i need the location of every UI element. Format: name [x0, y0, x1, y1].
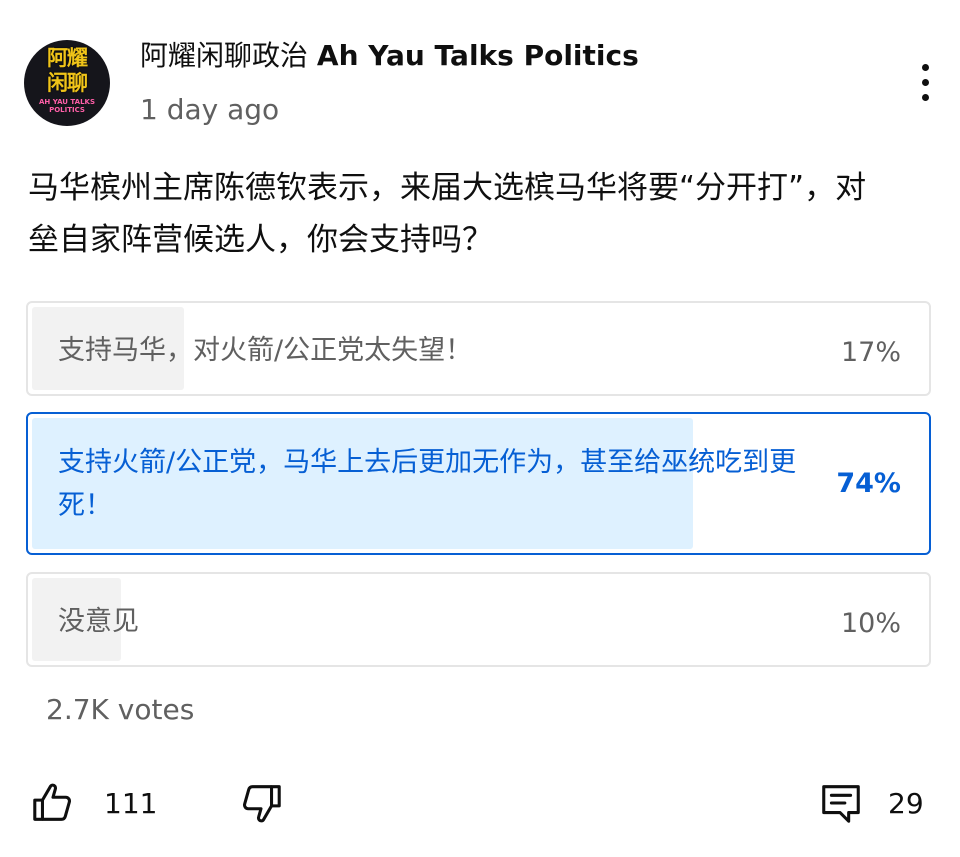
- comment-count: 29: [888, 787, 924, 820]
- post-timestamp[interactable]: 1 day ago: [140, 92, 279, 128]
- channel-avatar[interactable]: 阿耀 闲聊 AH YAU TALKS POLITICS: [24, 40, 110, 126]
- comment-icon: [822, 785, 860, 823]
- dislike-button[interactable]: [238, 780, 284, 826]
- thumb-down-icon: [243, 785, 281, 823]
- poll-option-label: 支持火箭/公正党，马华上去后更加无作为，甚至给巫统吃到更死！: [58, 447, 797, 521]
- avatar-logo-subtext: AH YAU TALKS POLITICS: [38, 98, 95, 114]
- poll-option-percent: 74%: [836, 468, 901, 499]
- more-vert-icon: [922, 64, 929, 71]
- channel-name[interactable]: 阿耀闲聊政治 Ah Yau Talks Politics: [140, 38, 639, 74]
- poll-option-percent: 10%: [840, 608, 901, 639]
- channel-name-en[interactable]: Ah Yau Talks Politics: [317, 39, 639, 72]
- poll-option-label: 支持马华，对火箭/公正党太失望！: [58, 335, 473, 366]
- poll-question: 马华槟州主席陈德钦表示，来届大选槟马华将要“分开打”，对垒自家阵营候选人，你会支…: [28, 170, 867, 258]
- thumb-up-icon: [33, 783, 71, 821]
- like-button[interactable]: [30, 780, 76, 826]
- comments-button[interactable]: [818, 780, 864, 826]
- vote-count: 2.7K votes: [46, 693, 195, 726]
- like-count: 111: [104, 787, 158, 820]
- avatar-logo-text: 阿耀 闲聊: [47, 46, 88, 95]
- poll-option-3[interactable]: 没意见 10%: [26, 572, 931, 667]
- poll-option-1[interactable]: 支持马华，对火箭/公正党太失望！ 17%: [26, 301, 931, 396]
- poll-option-label: 没意见: [58, 606, 139, 637]
- poll-option-percent: 17%: [840, 337, 901, 368]
- channel-name-cn[interactable]: 阿耀闲聊政治: [140, 39, 308, 72]
- poll-option-2[interactable]: 支持火箭/公正党，马华上去后更加无作为，甚至给巫统吃到更死！ 74%: [26, 412, 931, 555]
- more-options-button[interactable]: [906, 58, 946, 108]
